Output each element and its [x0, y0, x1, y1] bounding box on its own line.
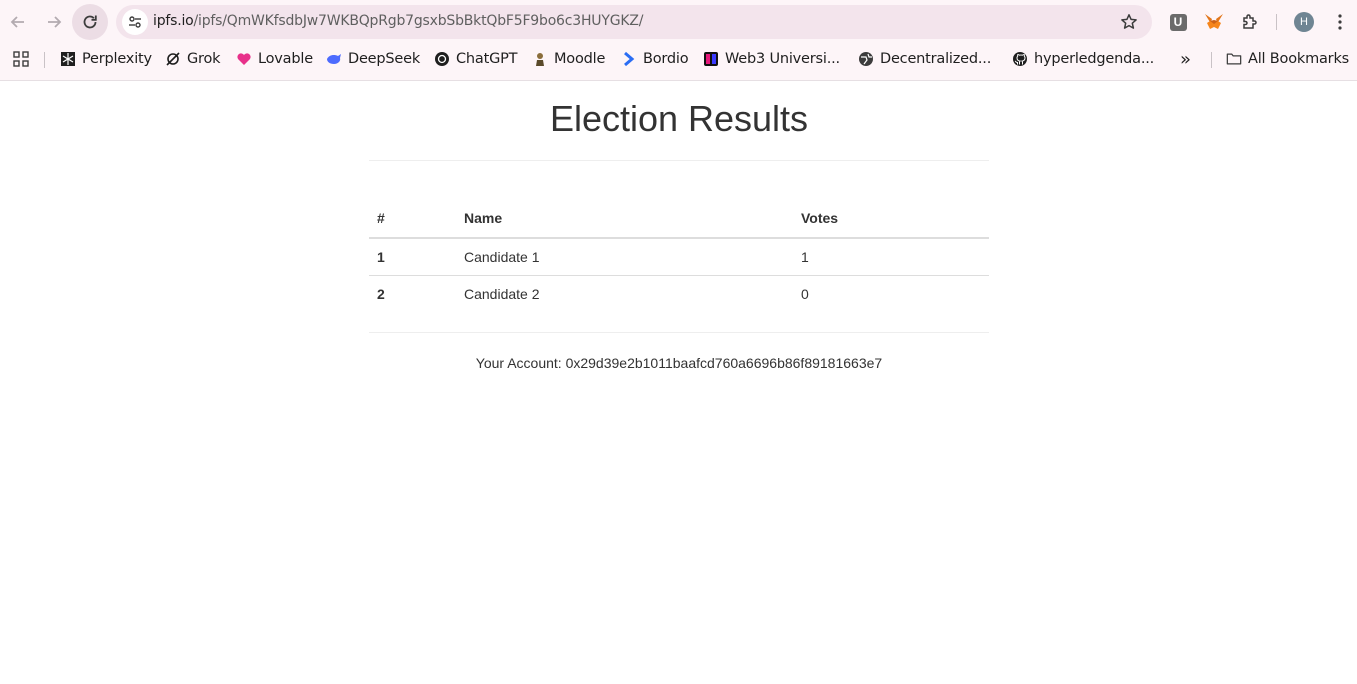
extensions-button[interactable]: [1239, 11, 1261, 33]
all-bookmarks-button[interactable]: All Bookmarks: [1226, 47, 1349, 71]
extension-u-button[interactable]: U: [1167, 11, 1189, 33]
forward-button[interactable]: [36, 4, 72, 40]
chatgpt-icon: [434, 51, 450, 67]
metamask-button[interactable]: [1203, 11, 1225, 33]
table-row: 2 Candidate 2 0: [369, 275, 989, 312]
bookmarks-overflow-button[interactable]: »: [1180, 47, 1191, 71]
perplexity-icon: [60, 51, 76, 67]
reload-icon: [83, 15, 97, 29]
table-row: 1 Candidate 1 1: [369, 237, 989, 276]
bookmark-chatgpt[interactable]: ChatGPT: [434, 47, 518, 71]
bookmark-deepseek[interactable]: DeepSeek: [326, 47, 420, 71]
folder-icon: [1226, 51, 1242, 67]
toolbar-divider: [1276, 14, 1277, 30]
apps-button[interactable]: [12, 47, 30, 71]
bookmark-label: Bordio: [643, 51, 689, 67]
bookmark-lovable[interactable]: Lovable: [236, 47, 313, 71]
more-vertical-icon: [1338, 14, 1342, 30]
profile-avatar-button[interactable]: H: [1293, 11, 1315, 33]
bookmark-label: Moodle: [554, 51, 606, 67]
site-info-button[interactable]: [122, 9, 148, 35]
bookmarks-divider: [44, 52, 45, 68]
metamask-fox-icon: [1205, 14, 1223, 29]
account-address: Your Account: 0x29d39e2b1011baafcd760a66…: [475, 355, 883, 371]
table-header-row: # Name Votes: [369, 199, 989, 239]
web3-university-icon: [703, 51, 719, 67]
candidate-name: Candidate 2: [456, 275, 793, 312]
bookmark-label: Grok: [187, 51, 221, 67]
candidate-name: Candidate 1: [456, 237, 793, 276]
browser-toolbar: ipfs.io/ipfs/QmWKfsdbJw7WKBQpRgb7gsxbSbB…: [0, 0, 1357, 44]
candidate-rank: 1: [369, 237, 456, 276]
moodle-icon: [532, 51, 548, 67]
column-header-votes: Votes: [793, 199, 989, 239]
bookmark-label: Web3 Universi...: [725, 51, 840, 67]
bookmark-perplexity[interactable]: Perplexity: [60, 47, 152, 71]
tune-icon: [129, 16, 141, 28]
bookmark-label: ChatGPT: [456, 51, 518, 67]
candidate-votes: 0: [793, 275, 989, 312]
bookmark-decentralized[interactable]: Decentralized...: [858, 47, 991, 71]
bookmarks-divider: [1211, 52, 1212, 68]
grok-icon: [165, 51, 181, 67]
avatar: H: [1294, 12, 1314, 32]
github-icon: [1012, 51, 1028, 67]
apps-grid-icon: [13, 51, 29, 67]
candidate-rank: 2: [369, 275, 456, 312]
bookmark-label: Perplexity: [82, 51, 152, 67]
bookmark-grok[interactable]: Grok: [165, 47, 221, 71]
bookmark-label: Decentralized...: [880, 51, 992, 67]
bookmark-label: hyperledgenda...: [1034, 51, 1155, 67]
deepseek-whale-icon: [326, 51, 342, 67]
reload-button[interactable]: [72, 4, 108, 40]
url-path: /ipfs/QmWKfsdbJw7WKBQpRgb7gsxbSbBktQbF5F…: [193, 13, 644, 29]
bordio-chevron-icon: [621, 51, 637, 67]
bookmark-label: DeepSeek: [348, 51, 421, 67]
table-divider: [369, 332, 989, 333]
extension-u-icon: U: [1169, 13, 1187, 31]
page-title: Election Results: [549, 98, 809, 139]
puzzle-icon: [1243, 14, 1257, 29]
bookmark-label: Lovable: [258, 51, 313, 67]
browser-menu-button[interactable]: [1329, 11, 1351, 33]
candidate-votes: 1: [793, 237, 989, 276]
title-divider: [369, 160, 989, 161]
lovable-heart-icon: [236, 51, 252, 67]
url-host: ipfs.io: [153, 13, 194, 29]
bookmark-moodle[interactable]: Moodle: [532, 47, 605, 71]
browser-chrome: ipfs.io/ipfs/QmWKfsdbJw7WKBQpRgb7gsxbSbB…: [0, 0, 1357, 81]
bookmark-star-icon[interactable]: [1120, 13, 1138, 31]
column-header-name: Name: [456, 199, 793, 239]
bookmark-web3-university[interactable]: Web3 Universi...: [703, 47, 840, 71]
address-bar[interactable]: ipfs.io/ipfs/QmWKfsdbJw7WKBQpRgb7gsxbSbB…: [116, 5, 1152, 39]
results-table: # Name Votes 1 Candidate 1 1 2 Candidate…: [369, 199, 989, 312]
column-header-rank: #: [369, 199, 456, 239]
globe-icon: [858, 51, 874, 67]
back-button[interactable]: [0, 4, 36, 40]
page-content: Election Results # Name Votes 1 Candidat…: [0, 81, 1357, 684]
bookmarks-bar: Perplexity Grok Lovable DeepSeek ChatGPT…: [0, 44, 1357, 74]
arrow-right-icon: [48, 16, 62, 28]
chevron-double-right-icon: »: [1180, 48, 1191, 70]
url-text[interactable]: ipfs.io/ipfs/QmWKfsdbJw7WKBQpRgb7gsxbSbB…: [153, 13, 643, 29]
bookmark-label: All Bookmarks: [1248, 51, 1349, 67]
bookmark-bordio[interactable]: Bordio: [621, 47, 689, 71]
arrow-left-icon: [10, 16, 24, 28]
bookmark-hyperledger[interactable]: hyperledgenda...: [1012, 47, 1154, 71]
